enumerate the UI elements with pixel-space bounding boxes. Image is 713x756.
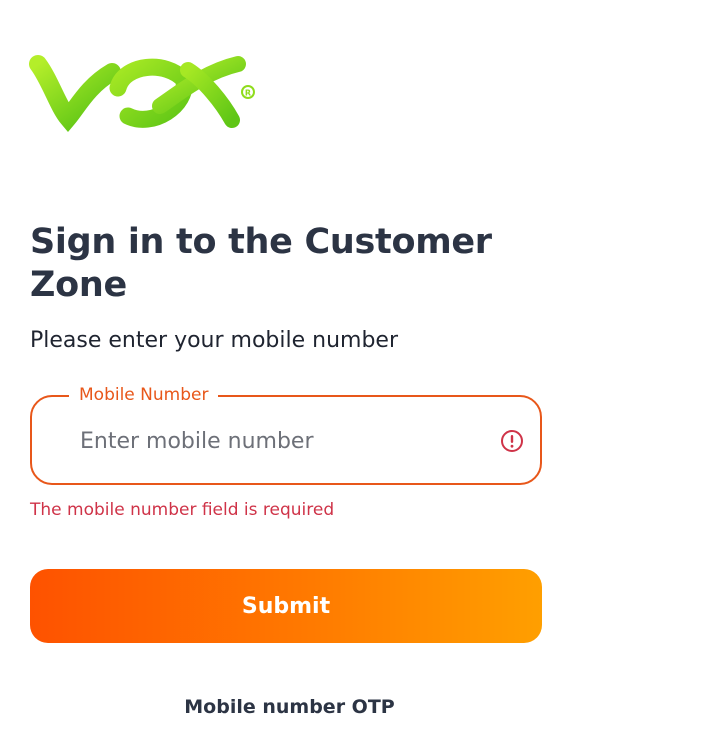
- vox-logo: R: [29, 55, 255, 133]
- mobile-otp-link[interactable]: Mobile number OTP: [30, 694, 549, 720]
- page-title: Sign in to the Customer Zone: [30, 222, 492, 305]
- svg-text:R: R: [245, 89, 251, 98]
- mobile-number-label: Mobile Number: [69, 383, 219, 407]
- mobile-number-input[interactable]: [80, 421, 480, 461]
- page-subtitle: Please enter your mobile number: [30, 328, 398, 353]
- mobile-number-field[interactable]: Mobile Number: [30, 383, 542, 485]
- error-circle-icon: [501, 430, 523, 452]
- submit-button[interactable]: Submit: [30, 569, 542, 643]
- sign-in-page: R Sign in to the Customer Zone Please en…: [0, 0, 713, 756]
- mobile-number-error: The mobile number field is required: [30, 500, 335, 520]
